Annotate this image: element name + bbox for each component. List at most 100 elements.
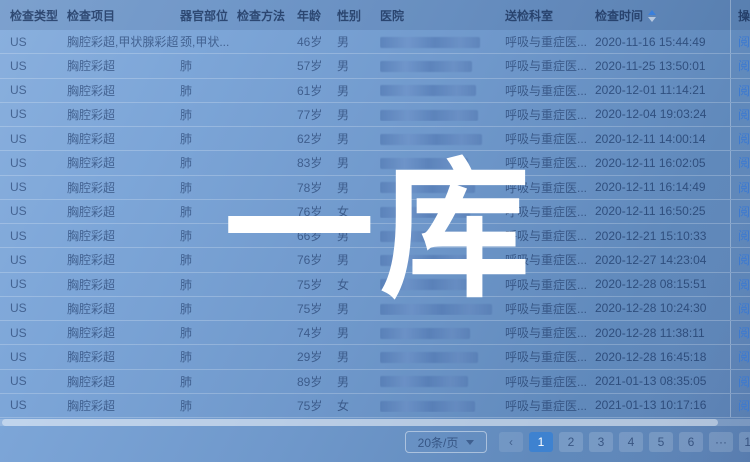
- cell-hospital-redacted: [380, 301, 505, 315]
- cell-exam-item: 胸腔彩超: [67, 251, 180, 268]
- cell-exam-item: 胸腔彩超: [67, 179, 180, 196]
- view-images-link[interactable]: 阅片: [738, 82, 750, 99]
- cell-age: 66岁: [297, 227, 337, 244]
- table-body: US胸腔彩超,甲状腺彩超颈,甲状...46岁男呼吸与重症医...2020-11-…: [0, 30, 750, 418]
- header-organ: 器官部位: [180, 7, 237, 24]
- cell-action: 阅片: [730, 321, 750, 344]
- view-images-link[interactable]: 阅片: [738, 106, 750, 123]
- cell-department: 呼吸与重症医...: [505, 276, 595, 293]
- cell-age: 89岁: [297, 373, 337, 390]
- cell-department: 呼吸与重症医...: [505, 373, 595, 390]
- cell-department: 呼吸与重症医...: [505, 300, 595, 317]
- cell-exam-type: US: [10, 277, 67, 291]
- header-department: 送检科室: [505, 7, 595, 24]
- cell-department: 呼吸与重症医...: [505, 82, 595, 99]
- cell-exam-item: 胸腔彩超,甲状腺彩超: [67, 33, 180, 50]
- cell-exam-item: 胸腔彩超: [67, 57, 180, 74]
- cell-age: 46岁: [297, 33, 337, 50]
- cell-hospital-redacted: [380, 35, 505, 49]
- cell-exam-item: 胸腔彩超: [67, 203, 180, 220]
- cell-exam-time: 2020-12-04 19:03:24: [595, 107, 730, 121]
- sort-descending-icon[interactable]: [648, 17, 656, 22]
- view-images-link[interactable]: 阅片: [738, 348, 750, 365]
- cell-department: 呼吸与重症医...: [505, 106, 595, 123]
- cell-organ: 肺: [180, 130, 237, 147]
- page-button-1[interactable]: 1: [529, 432, 553, 452]
- cell-action: 阅片: [730, 176, 750, 199]
- cell-organ: 肺: [180, 179, 237, 196]
- cell-exam-type: US: [10, 374, 67, 388]
- page-size-select[interactable]: 20条/页: [405, 431, 487, 453]
- cell-exam-item: 胸腔彩超: [67, 154, 180, 171]
- view-images-link[interactable]: 阅片: [738, 373, 750, 390]
- hospital-redaction-bar: [380, 304, 492, 315]
- header-exam-time[interactable]: 检查时间: [595, 7, 730, 24]
- horizontal-scrollbar[interactable]: [0, 419, 750, 426]
- hospital-redaction-bar: [380, 207, 470, 218]
- cell-exam-type: US: [10, 301, 67, 315]
- cell-gender: 男: [337, 227, 380, 244]
- cell-age: 62岁: [297, 130, 337, 147]
- cell-action: 阅片: [730, 79, 750, 102]
- view-images-link[interactable]: 阅片: [738, 227, 750, 244]
- cell-age: 76岁: [297, 251, 337, 268]
- view-images-link[interactable]: 阅片: [738, 154, 750, 171]
- page-button-3[interactable]: 3: [589, 432, 613, 452]
- cell-hospital-redacted: [380, 83, 505, 97]
- cell-age: 77岁: [297, 106, 337, 123]
- view-images-link[interactable]: 阅片: [738, 397, 750, 414]
- cell-exam-time: 2020-12-27 14:23:04: [595, 253, 730, 267]
- view-images-link[interactable]: 阅片: [738, 276, 750, 293]
- cell-hospital-redacted: [380, 398, 505, 412]
- view-images-link[interactable]: 阅片: [738, 324, 750, 341]
- cell-action: 阅片: [730, 248, 750, 271]
- header-actions: 操作: [730, 0, 750, 30]
- cell-action: 阅片: [730, 394, 750, 417]
- prev-page-button[interactable]: ‹: [499, 432, 523, 452]
- hospital-redaction-bar: [380, 328, 470, 339]
- cell-age: 74岁: [297, 324, 337, 341]
- table-row: US胸腔彩超肺75岁女呼吸与重症医...2020-12-28 08:15:51阅…: [0, 273, 750, 297]
- cell-hospital-redacted: [380, 59, 505, 73]
- table-header: 检查类型 检查项目 器官部位 检查方法 年龄 性别 医院 送检科室 检查时间 操…: [0, 0, 750, 30]
- page-buttons: ‹ 123456 ··· 16: [499, 432, 750, 452]
- sort-ascending-icon[interactable]: [648, 10, 656, 15]
- view-images-link[interactable]: 阅片: [738, 179, 750, 196]
- cell-organ: 肺: [180, 276, 237, 293]
- hospital-redaction-bar: [380, 85, 476, 96]
- view-images-link[interactable]: 阅片: [738, 251, 750, 268]
- cell-organ: 肺: [180, 373, 237, 390]
- cell-organ: 肺: [180, 57, 237, 74]
- view-images-link[interactable]: 阅片: [738, 33, 750, 50]
- cell-age: 29岁: [297, 348, 337, 365]
- table-row: US胸腔彩超肺66岁男呼吸与重症医...2020-12-21 15:10:33阅…: [0, 224, 750, 248]
- table-row: US胸腔彩超肺74岁男呼吸与重症医...2020-12-28 11:38:11阅…: [0, 321, 750, 345]
- header-gender: 性别: [337, 7, 380, 24]
- view-images-link[interactable]: 阅片: [738, 203, 750, 220]
- view-images-link[interactable]: 阅片: [738, 300, 750, 317]
- cell-gender: 男: [337, 373, 380, 390]
- page-button-6[interactable]: 6: [679, 432, 703, 452]
- sort-control[interactable]: [648, 10, 656, 22]
- page-button-16[interactable]: 16: [739, 432, 750, 452]
- view-images-link[interactable]: 阅片: [738, 130, 750, 147]
- page-button-2[interactable]: 2: [559, 432, 583, 452]
- cell-exam-type: US: [10, 253, 67, 267]
- horizontal-scrollbar-thumb[interactable]: [2, 419, 718, 426]
- cell-exam-item: 胸腔彩超: [67, 276, 180, 293]
- cell-exam-type: US: [10, 59, 67, 73]
- cell-gender: 男: [337, 154, 380, 171]
- page-button-5[interactable]: 5: [649, 432, 673, 452]
- cell-hospital-redacted: [380, 326, 505, 340]
- cell-exam-time: 2020-11-16 15:44:49: [595, 35, 730, 49]
- cell-hospital-redacted: [380, 204, 505, 218]
- more-pages-button[interactable]: ···: [709, 432, 733, 452]
- view-images-link[interactable]: 阅片: [738, 57, 750, 74]
- cell-exam-type: US: [10, 350, 67, 364]
- cell-action: 阅片: [730, 103, 750, 126]
- page-button-4[interactable]: 4: [619, 432, 643, 452]
- cell-gender: 男: [337, 300, 380, 317]
- cell-gender: 男: [337, 130, 380, 147]
- page-size-label: 20条/页: [418, 434, 459, 451]
- cell-exam-time: 2020-12-11 16:14:49: [595, 180, 730, 194]
